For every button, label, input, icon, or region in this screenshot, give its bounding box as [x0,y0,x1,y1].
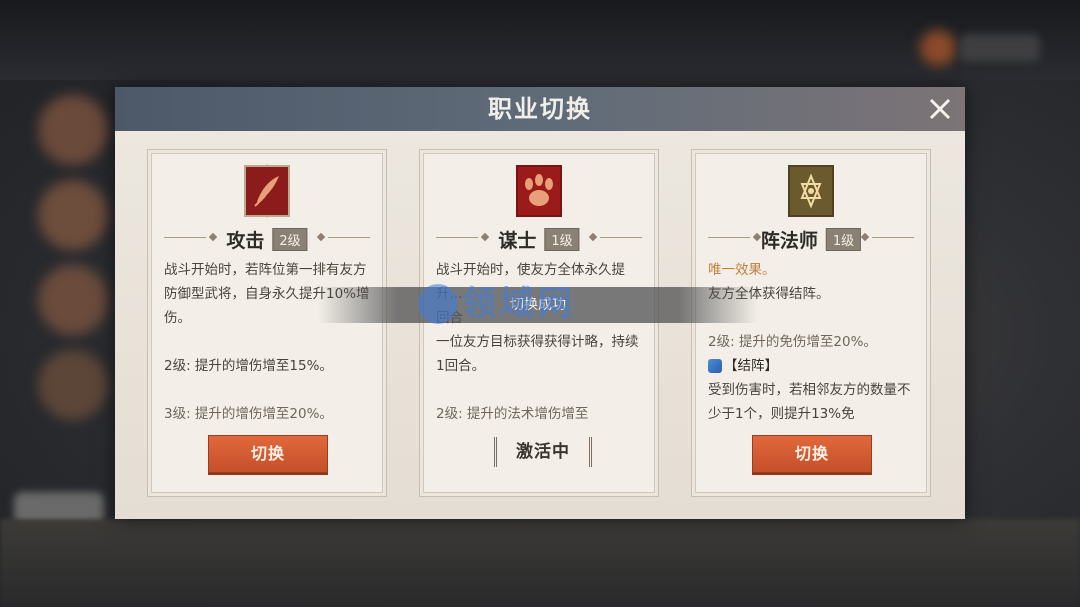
level-badge: 1级 [544,228,580,251]
divider [328,237,370,238]
class-card-strategist: 谋士 1级 战斗开始时，使友方全体永久提升... 回合 一位友方目标获得获得计略… [419,149,659,497]
class-name: 阵法师 [760,230,818,252]
dialog-title: 职业切换 [488,94,592,123]
class-name: 攻击 [226,230,265,252]
description-line: 2级: 提升的增伤增至15%。 [164,358,333,374]
divider [600,237,642,238]
description-line: 2级: 提升的法术增伤增至 [436,406,589,422]
divider-dot [208,232,218,242]
formation-tag: 【结阵】 [708,354,916,378]
claw-paw-icon [516,165,562,217]
divider [164,237,206,238]
close-icon [929,98,951,120]
background-avatar [38,95,108,165]
hexagram-star-icon [788,165,834,217]
divider-dot [316,232,326,242]
divider [708,237,750,238]
unique-effect-label: 唯一效果。 [708,262,776,278]
class-name: 谋士 [498,230,537,252]
class-name-row: 攻击 2级 [148,226,386,252]
switch-button[interactable]: 切换 [752,435,872,473]
background-avatar [38,180,108,250]
active-status-label: 激活中 [494,437,592,467]
toast-text: 切换成功 [510,297,566,313]
formation-tag-description: 受到伤害时，若相邻友方的数量不少于1个，则提升13%免 [708,382,911,422]
background-avatar [38,350,108,420]
class-description: 战斗开始时，若阵位第一排有友方防御型武将，自身永久提升10%增伤。 2级: 提升… [164,258,372,438]
description-line: 2级: 提升的免伤增至20%。 [708,334,877,350]
switch-button[interactable]: 切换 [208,435,328,473]
background-avatar [38,265,108,335]
class-description: 唯一效果。 友方全体获得结阵。 2级: 提升的免伤增至20%。 【结阵】 受到伤… [708,258,916,438]
top-bar-background [0,0,1080,80]
bottom-bar-background [0,519,1080,607]
class-name-row: 谋士 1级 [420,226,658,252]
feather-quill-icon [244,164,290,218]
divider [436,237,478,238]
close-button[interactable] [925,94,955,124]
description-line: 一位友方目标获得获得计略，持续1回合。 [436,334,639,374]
level-badge: 1级 [825,228,862,251]
divider-dot [588,232,598,242]
background-icon [920,30,956,66]
success-toast: 切换成功 [318,287,758,323]
class-name-row: 阵法师 1级 [692,226,930,252]
formation-icon [708,359,722,373]
divider-dot [480,232,490,242]
class-card-formation-master: 阵法师 1级 唯一效果。 友方全体获得结阵。 2级: 提升的免伤增至20%。 【… [691,149,931,497]
divider-dot [860,232,870,242]
class-card-attack: 攻击 2级 战斗开始时，若阵位第一排有友方防御型武将，自身永久提升10%增伤。 … [147,149,387,497]
divider [872,237,914,238]
background-button [960,34,1040,62]
class-description: 战斗开始时，使友方全体永久提升... 回合 一位友方目标获得获得计略，持续1回合… [436,258,644,438]
description-line: 3级: 提升的增伤增至20%。 [164,406,333,422]
formation-tag-label: 【结阵】 [724,358,778,374]
level-badge: 2级 [272,228,308,251]
